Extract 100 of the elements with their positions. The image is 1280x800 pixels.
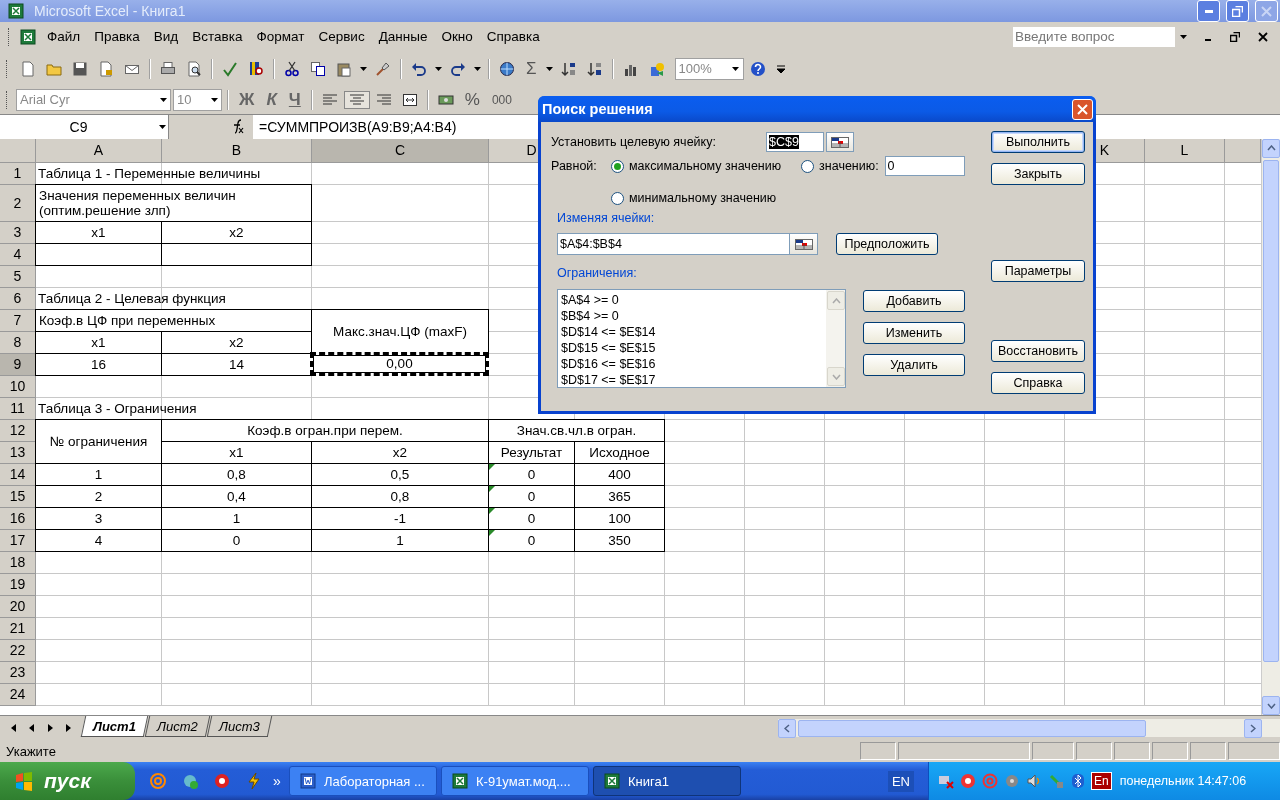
row-header[interactable]: 5 xyxy=(0,265,36,288)
start-button[interactable]: пуск xyxy=(0,762,135,800)
row-header[interactable]: 18 xyxy=(0,551,36,574)
menu-item[interactable]: Вид xyxy=(146,27,186,47)
scroll-left-icon[interactable] xyxy=(784,723,790,733)
dialog-button[interactable]: Справка xyxy=(991,372,1085,394)
column-header[interactable]: C xyxy=(312,138,489,163)
help-icon[interactable] xyxy=(749,60,766,77)
radio-label[interactable]: максимальному значению xyxy=(629,159,782,173)
drawing-tools-icon[interactable] xyxy=(648,60,665,77)
caret-icon[interactable] xyxy=(1179,34,1187,39)
formula-field[interactable]: =СУММПРОИЗВ(A9:B9;A4:B4) xyxy=(253,118,457,135)
align-left-icon[interactable] xyxy=(321,91,338,108)
row-header[interactable]: 17 xyxy=(0,529,36,552)
row-header[interactable]: 3 xyxy=(0,221,36,244)
constraint-item[interactable]: $A$4 >= 0 xyxy=(561,292,823,308)
thousands-button[interactable]: 000 xyxy=(486,92,517,107)
close-icon[interactable] xyxy=(1258,31,1268,42)
caret-icon[interactable] xyxy=(474,66,481,71)
sort-descending-icon[interactable] xyxy=(586,60,603,77)
scroll-down-icon[interactable] xyxy=(1266,702,1276,709)
network-icon[interactable] xyxy=(938,773,954,789)
paint-brush-icon[interactable] xyxy=(375,60,391,77)
new-document-icon[interactable] xyxy=(20,60,36,77)
sheet-tab[interactable]: Лист2 xyxy=(144,716,210,738)
row-header[interactable]: 8 xyxy=(0,331,36,354)
save-icon[interactable] xyxy=(72,60,88,77)
restore-icon[interactable] xyxy=(1230,31,1240,42)
percent-button[interactable]: % xyxy=(459,89,485,110)
constraint-item[interactable]: $D$14 <= $E$14 xyxy=(561,324,823,340)
target-cell-field[interactable]: $C$9 xyxy=(766,132,824,152)
select-all-corner[interactable] xyxy=(0,138,36,163)
record-icon[interactable] xyxy=(213,772,231,790)
row-header[interactable]: 2 xyxy=(0,184,36,222)
caret-icon[interactable] xyxy=(210,97,218,102)
clipboard-icon[interactable] xyxy=(336,60,352,77)
radio-label[interactable]: минимальному значению xyxy=(629,191,777,205)
close-button[interactable] xyxy=(1072,98,1093,120)
dialog-button[interactable]: Закрыть xyxy=(991,163,1085,185)
scissors-icon[interactable] xyxy=(284,60,300,77)
sheet-tab[interactable]: Лист1 xyxy=(80,716,149,738)
caret-icon[interactable] xyxy=(360,66,367,71)
next-sheet-icon[interactable] xyxy=(46,723,55,734)
taskbar-button[interactable]: Книга1 xyxy=(593,766,741,796)
row-header[interactable]: 7 xyxy=(0,309,36,332)
value-field[interactable]: 0 xyxy=(884,156,965,176)
printer-icon[interactable] xyxy=(160,60,176,77)
constraints-list[interactable]: $A$4 >= 0 $B$4 >= 0 $D$14 <= $E$14 $D$15 <= $E$15 $D$16 <= $E$16 $D$17 <= $E$17 xyxy=(557,289,846,388)
merge-center-icon[interactable] xyxy=(401,91,418,108)
column-header[interactable]: A xyxy=(36,138,162,163)
horizontal-scrollbar[interactable] xyxy=(778,719,1280,738)
row-header[interactable]: 19 xyxy=(0,573,36,596)
constraint-item[interactable]: $D$17 <= $E$17 xyxy=(561,372,823,388)
align-center-icon[interactable] xyxy=(348,91,365,108)
underline-button[interactable]: Ч xyxy=(283,89,306,110)
dialog-button[interactable]: Восстановить xyxy=(991,340,1085,362)
row-header[interactable]: 6 xyxy=(0,287,36,310)
scroll-right-icon[interactable] xyxy=(1250,723,1256,733)
network-globe-icon[interactable] xyxy=(181,772,199,790)
toolbar-options-icon[interactable] xyxy=(775,63,786,74)
row-header[interactable]: 22 xyxy=(0,639,36,662)
print-preview-icon[interactable] xyxy=(186,60,202,77)
row-header[interactable]: 16 xyxy=(0,507,36,530)
language-indicator[interactable]: EN xyxy=(887,770,914,792)
row-header[interactable]: 10 xyxy=(0,375,36,398)
sort-ascending-icon[interactable] xyxy=(560,60,577,77)
constraint-item[interactable]: $D$16 <= $E$16 xyxy=(561,356,823,372)
constraint-button[interactable]: Удалить xyxy=(863,354,965,376)
document-lock-icon[interactable] xyxy=(98,60,114,77)
column-header[interactable]: B xyxy=(162,138,312,163)
dialog-button[interactable]: Параметры xyxy=(991,260,1085,282)
radio-button[interactable] xyxy=(801,159,815,173)
dialog-button[interactable]: Выполнить xyxy=(991,131,1085,153)
workbook-icon[interactable] xyxy=(20,28,36,45)
spreadsheet-icon[interactable] xyxy=(604,773,620,789)
globe-link-icon[interactable] xyxy=(499,60,515,77)
row-header[interactable]: 4 xyxy=(0,243,36,266)
spreadsheet-icon[interactable] xyxy=(452,773,468,789)
align-right-icon[interactable] xyxy=(375,91,392,108)
radio-label[interactable]: значению: xyxy=(819,159,879,173)
caret-icon[interactable] xyxy=(159,124,166,129)
collapse-button[interactable] xyxy=(826,132,854,152)
menu-item[interactable]: Сервис xyxy=(311,27,372,47)
menu-item[interactable]: Правка xyxy=(87,27,147,47)
row-header[interactable]: 20 xyxy=(0,595,36,618)
restore-button[interactable] xyxy=(1226,0,1249,22)
research-book-icon[interactable] xyxy=(248,60,264,77)
constraint-button[interactable]: Изменить xyxy=(863,322,965,344)
column-header[interactable] xyxy=(1225,138,1261,163)
caret-icon[interactable] xyxy=(732,66,739,71)
row-header[interactable]: 9 xyxy=(0,353,36,376)
menu-item[interactable]: Формат xyxy=(249,27,312,47)
menu-item[interactable]: Справка xyxy=(479,27,547,47)
help-question-field[interactable]: Введите вопрос xyxy=(1012,25,1176,48)
scroll-up-icon[interactable] xyxy=(1266,145,1276,152)
row-header[interactable]: 15 xyxy=(0,485,36,508)
bold-button[interactable]: Ж xyxy=(234,89,260,110)
row-header[interactable]: 13 xyxy=(0,441,36,464)
radio-button[interactable] xyxy=(611,191,624,205)
zoom-combo[interactable]: 100% xyxy=(674,57,744,80)
